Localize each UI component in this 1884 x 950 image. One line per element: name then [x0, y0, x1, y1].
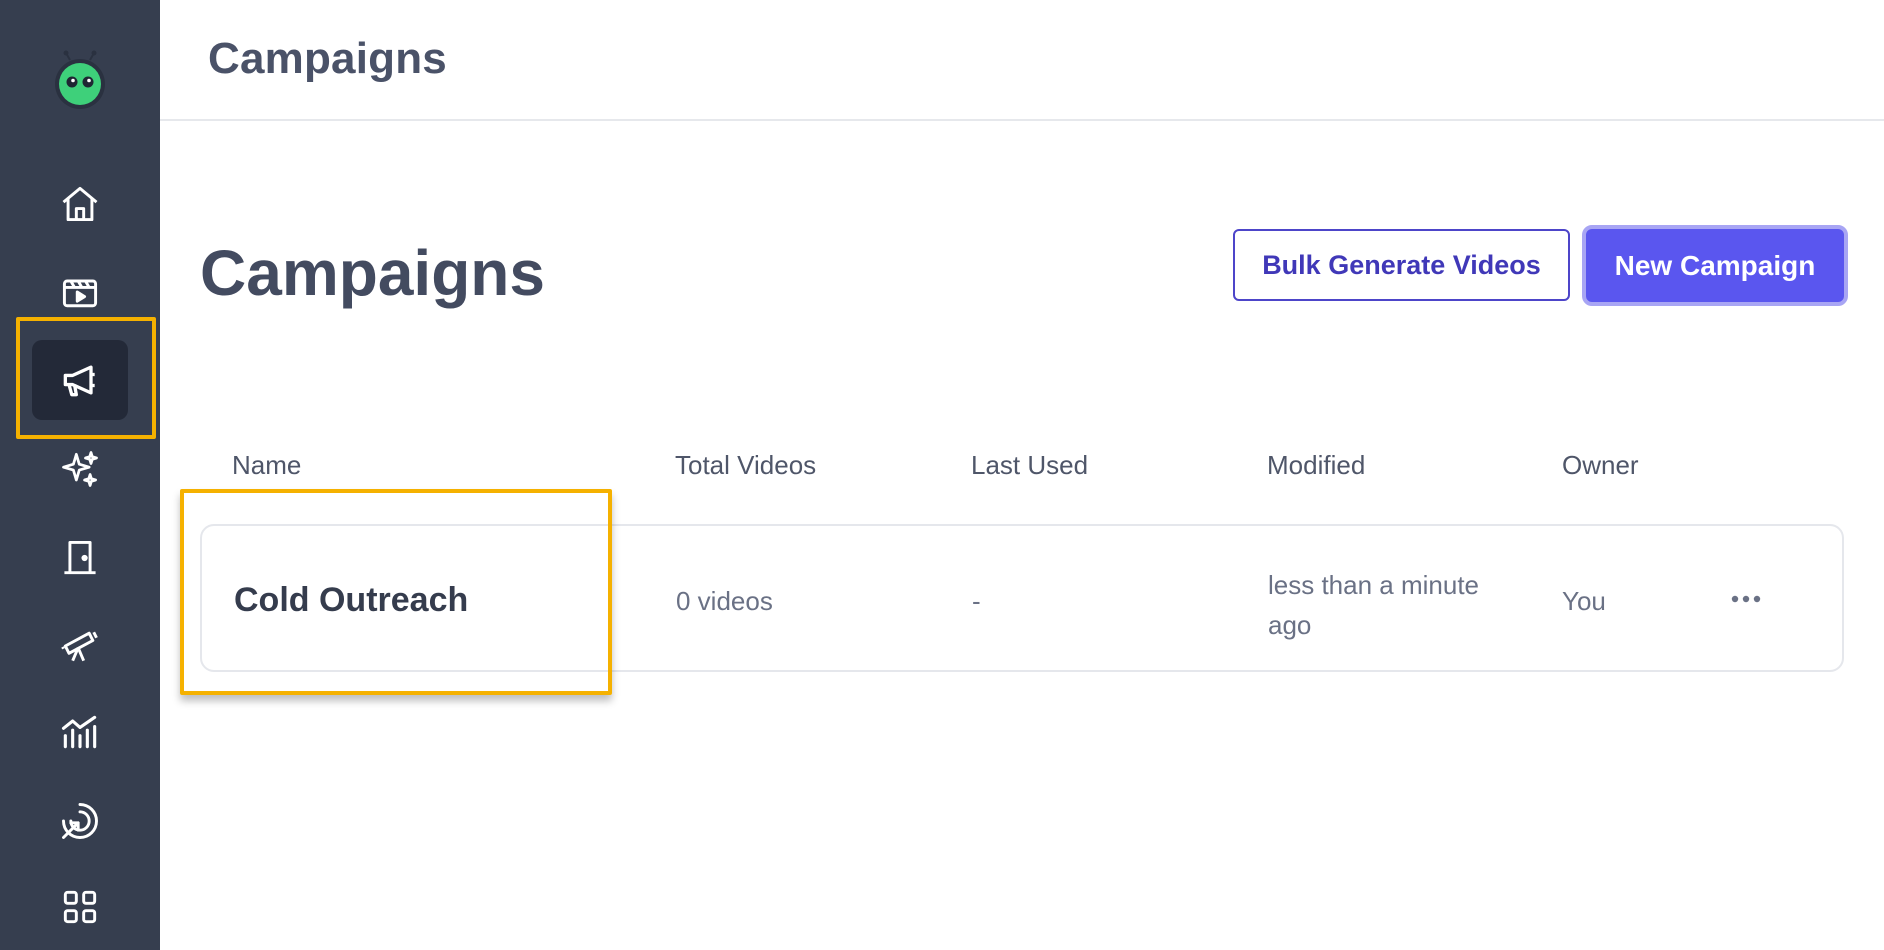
column-header-owner[interactable]: Owner: [1562, 450, 1639, 481]
owner-cell: You: [1562, 586, 1606, 616]
analytics-icon: [61, 715, 97, 749]
door-icon: [64, 540, 96, 575]
more-options-button[interactable]: [1726, 587, 1766, 611]
modified-line-2: ago: [1268, 610, 1312, 640]
total-videos-cell: 0 videos: [676, 586, 773, 616]
sidebar-item-analytics[interactable]: [40, 699, 120, 765]
telescope-icon: [61, 631, 98, 662]
apps-grid-icon: [63, 890, 97, 924]
robot-logo-icon[interactable]: [52, 50, 108, 112]
sidebar-item-home[interactable]: [40, 171, 120, 237]
column-header-name[interactable]: Name: [232, 450, 301, 481]
sidebar-item-targeting[interactable]: [40, 788, 120, 854]
video-library-icon: [62, 279, 98, 308]
table-row[interactable]: Cold Outreach 0 videos - less than a min…: [200, 524, 1844, 672]
sparkles-icon: [62, 451, 98, 487]
megaphone-icon: [63, 365, 95, 397]
bulk-generate-videos-button[interactable]: Bulk Generate Videos: [1233, 229, 1570, 301]
sidebar-item-videos[interactable]: [40, 259, 120, 325]
column-header-last-used[interactable]: Last Used: [971, 450, 1088, 481]
page-title: Campaigns: [200, 237, 545, 309]
last-used-cell: -: [972, 586, 981, 616]
home-icon: [62, 186, 98, 222]
new-campaign-button[interactable]: New Campaign: [1582, 225, 1848, 306]
modified-line-1: less than a minute: [1268, 570, 1480, 600]
campaign-name[interactable]: Cold Outreach: [234, 581, 468, 620]
sidebar-item-rooms[interactable]: [40, 525, 120, 591]
top-bar: Campaigns: [160, 0, 1884, 121]
sidebar-item-ai[interactable]: [40, 436, 120, 502]
column-header-modified[interactable]: Modified: [1267, 450, 1365, 481]
topbar-title: Campaigns: [208, 34, 447, 83]
column-header-total-videos[interactable]: Total Videos: [675, 450, 816, 481]
target-cursor-icon: [62, 803, 98, 839]
more-horizontal-icon: [1731, 595, 1761, 603]
sidebar-item-discover[interactable]: [40, 613, 120, 679]
modified-cell: less than a minute ago: [1268, 565, 1479, 645]
sidebar-item-campaigns[interactable]: [32, 340, 128, 420]
sidebar-item-apps[interactable]: [40, 874, 120, 940]
sidebar: [0, 0, 160, 950]
